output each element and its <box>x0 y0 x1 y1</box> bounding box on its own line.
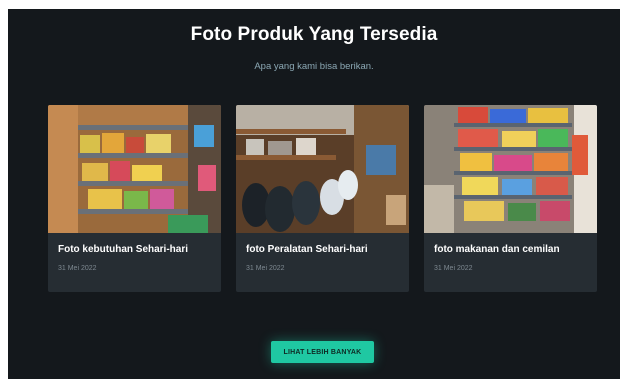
product-photo-makanan[interactable] <box>424 105 597 233</box>
product-card-kebutuhan[interactable]: Foto kebutuhan Sehari-hari 31 Mei 2022 <box>48 105 221 292</box>
card-title[interactable]: foto makanan dan cemilan <box>434 244 560 255</box>
product-photo-kebutuhan[interactable] <box>48 105 221 233</box>
card-date: 31 Mei 2022 <box>434 265 473 272</box>
page-subtitle: Apa yang kami bisa berikan. <box>254 61 374 72</box>
card-date: 31 Mei 2022 <box>58 265 97 272</box>
page-title: Foto Produk Yang Tersedia <box>190 24 438 45</box>
card-date: 31 Mei 2022 <box>246 265 285 272</box>
card-title[interactable]: foto Peralatan Sehari-hari <box>246 244 368 255</box>
see-more-button[interactable]: LIHAT LEBIH BANYAK <box>271 341 374 363</box>
product-card-makanan[interactable]: foto makanan dan cemilan 31 Mei 2022 <box>424 105 597 292</box>
page-section: Foto Produk Yang Tersedia Apa yang kami … <box>8 9 620 379</box>
product-photo-peralatan[interactable] <box>236 105 409 233</box>
product-card-peralatan[interactable]: foto Peralatan Sehari-hari 31 Mei 2022 <box>236 105 409 292</box>
card-title[interactable]: Foto kebutuhan Sehari-hari <box>58 244 188 255</box>
